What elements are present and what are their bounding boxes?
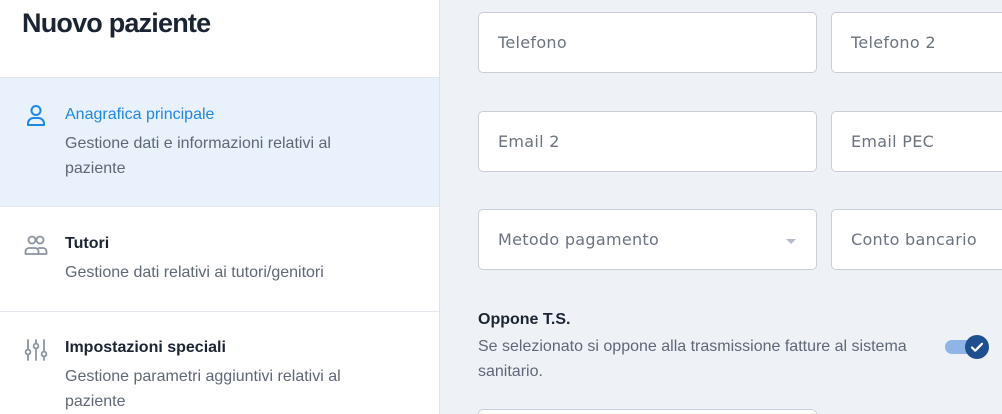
sidebar-item-label: Anagrafica principale: [65, 106, 215, 123]
email2-field: [478, 111, 817, 172]
sidebar-item-impostazioni[interactable]: Impostazioni speciali Gestione parametri…: [0, 311, 439, 414]
toggle-knob: [965, 335, 989, 359]
sidebar: Nuovo paziente Anagrafica principale Ges…: [0, 0, 440, 414]
oppone-ts-toggle[interactable]: [945, 335, 989, 359]
users-icon: [24, 235, 48, 255]
chevron-down-icon: [786, 239, 796, 244]
metodo-pagamento-input[interactable]: [479, 210, 816, 269]
telefono2-input[interactable]: [832, 13, 1002, 72]
oppone-ts-description: Se selezionato si oppone alla trasmissio…: [478, 338, 907, 380]
email-pec-input[interactable]: [832, 112, 1002, 171]
telefono-input[interactable]: [479, 13, 816, 72]
page-title: Nuovo paziente: [22, 8, 211, 38]
user-icon: [27, 105, 45, 126]
sidebar-item-anagrafica[interactable]: Anagrafica principale Gestione dati e in…: [0, 77, 439, 207]
metodo-pagamento-select[interactable]: [478, 209, 817, 270]
telefono2-field: [831, 12, 1002, 73]
sidebar-item-description: Gestione dati relativi ai tutori/genitor…: [65, 264, 324, 281]
telefono-field: [478, 12, 817, 73]
sliders-icon: [24, 339, 48, 361]
conto-bancario-field: [831, 209, 1002, 270]
sidebar-item-description: Gestione dati e informazioni relativi al…: [65, 135, 331, 177]
oppone-ts-title: Oppone T.S.: [478, 311, 571, 328]
sidebar-item-label: Tutori: [65, 235, 110, 252]
sidebar-item-tutori[interactable]: Tutori Gestione dati relativi ai tutori/…: [0, 206, 439, 312]
next-field[interactable]: [478, 409, 817, 414]
email2-input[interactable]: [479, 112, 816, 171]
email-pec-field: [831, 111, 1002, 172]
conto-bancario-input[interactable]: [832, 210, 1002, 269]
check-icon: [970, 342, 984, 352]
sidebar-item-label: Impostazioni speciali: [65, 339, 226, 356]
sidebar-item-description: Gestione parametri aggiuntivi relativi a…: [65, 368, 341, 410]
